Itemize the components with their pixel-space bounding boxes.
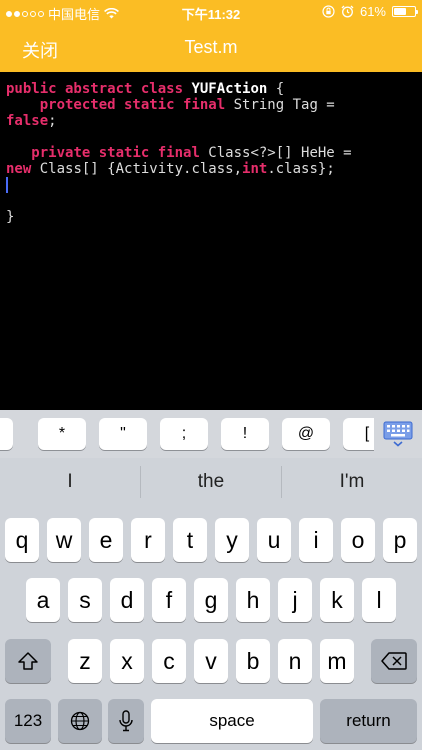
key-p[interactable]: p bbox=[383, 518, 417, 562]
battery-percent: 61% bbox=[359, 4, 386, 19]
key-k[interactable]: k bbox=[320, 578, 354, 622]
key-i[interactable]: i bbox=[299, 518, 333, 562]
symbol-key-asterisk[interactable]: * bbox=[38, 418, 86, 450]
code-editor[interactable]: public abstract class YUFAction { protec… bbox=[0, 72, 422, 410]
battery-fill bbox=[394, 8, 407, 15]
keyboard-hide-icon bbox=[383, 421, 413, 447]
key-w[interactable]: w bbox=[47, 518, 81, 562]
key-q[interactable]: q bbox=[5, 518, 39, 562]
prediction-suggestion[interactable]: I'm bbox=[282, 458, 422, 506]
microphone-key[interactable] bbox=[108, 699, 144, 743]
keyboard-hide-button[interactable] bbox=[374, 410, 422, 458]
key-m[interactable]: m bbox=[320, 639, 354, 683]
key-h[interactable]: h bbox=[236, 578, 270, 622]
code-line: public abstract class YUFAction { bbox=[6, 81, 285, 97]
battery-icon bbox=[392, 6, 418, 17]
predictive-text-bar: I the I'm bbox=[0, 458, 422, 506]
key-c[interactable]: c bbox=[152, 639, 186, 683]
shift-icon bbox=[18, 652, 38, 670]
space-key[interactable]: space bbox=[151, 699, 313, 743]
delete-icon bbox=[381, 652, 407, 670]
code-line: } bbox=[6, 209, 15, 225]
code-line bbox=[6, 177, 416, 193]
key-g[interactable]: g bbox=[194, 578, 228, 622]
symbol-key-quote[interactable]: " bbox=[99, 418, 147, 450]
navigation-bar: 关闭 Test.m bbox=[0, 24, 422, 72]
symbol-key-equals[interactable]: = bbox=[0, 418, 13, 450]
key-s[interactable]: s bbox=[68, 578, 102, 622]
microphone-icon bbox=[119, 710, 133, 732]
globe-key[interactable] bbox=[58, 699, 102, 743]
key-e[interactable]: e bbox=[89, 518, 123, 562]
code-line: private static final Class<?>[] HeHe = bbox=[31, 145, 352, 161]
keyboard: q w e r t y u i o p a s d f g h j k l z … bbox=[0, 506, 422, 750]
key-t[interactable]: t bbox=[173, 518, 207, 562]
key-n[interactable]: n bbox=[278, 639, 312, 683]
numbers-key[interactable]: 123 bbox=[5, 699, 51, 743]
key-z[interactable]: z bbox=[68, 639, 102, 683]
key-f[interactable]: f bbox=[152, 578, 186, 622]
delete-key[interactable] bbox=[371, 639, 417, 683]
return-key[interactable]: return bbox=[320, 699, 417, 743]
code-line: new Class[] {Activity.class,int.class}; bbox=[6, 161, 335, 177]
page-title: Test.m bbox=[184, 37, 238, 57]
close-button[interactable]: 关闭 bbox=[22, 37, 58, 63]
key-u[interactable]: u bbox=[257, 518, 291, 562]
symbol-accessory-bar: = * " ; ! @ [ bbox=[0, 410, 422, 458]
key-x[interactable]: x bbox=[110, 639, 144, 683]
rotation-lock-icon bbox=[322, 5, 335, 18]
symbol-key-at[interactable]: @ bbox=[282, 418, 330, 450]
key-v[interactable]: v bbox=[194, 639, 228, 683]
shift-key[interactable] bbox=[5, 639, 51, 683]
text-cursor bbox=[6, 177, 8, 193]
symbol-key-exclamation[interactable]: ! bbox=[221, 418, 269, 450]
wifi-icon bbox=[104, 8, 119, 19]
status-bar: 中国电信 下午11:32 61% bbox=[0, 0, 422, 24]
signal-strength-icon bbox=[6, 10, 44, 17]
key-l[interactable]: l bbox=[362, 578, 396, 622]
key-j[interactable]: j bbox=[278, 578, 312, 622]
key-a[interactable]: a bbox=[26, 578, 60, 622]
key-o[interactable]: o bbox=[341, 518, 375, 562]
status-left: 中国电信 bbox=[6, 4, 119, 23]
code-line: false; bbox=[6, 113, 57, 129]
alarm-icon bbox=[341, 5, 354, 18]
prediction-suggestion[interactable]: the bbox=[141, 458, 281, 506]
carrier-label: 中国电信 bbox=[48, 7, 101, 22]
globe-icon bbox=[70, 711, 90, 731]
key-y[interactable]: y bbox=[215, 518, 249, 562]
prediction-suggestion[interactable]: I bbox=[0, 458, 140, 506]
code-line: protected static final String Tag = bbox=[39, 97, 335, 113]
symbol-key-semicolon[interactable]: ; bbox=[160, 418, 208, 450]
key-d[interactable]: d bbox=[110, 578, 144, 622]
key-b[interactable]: b bbox=[236, 639, 270, 683]
key-r[interactable]: r bbox=[131, 518, 165, 562]
status-right: 61% bbox=[322, 4, 418, 19]
